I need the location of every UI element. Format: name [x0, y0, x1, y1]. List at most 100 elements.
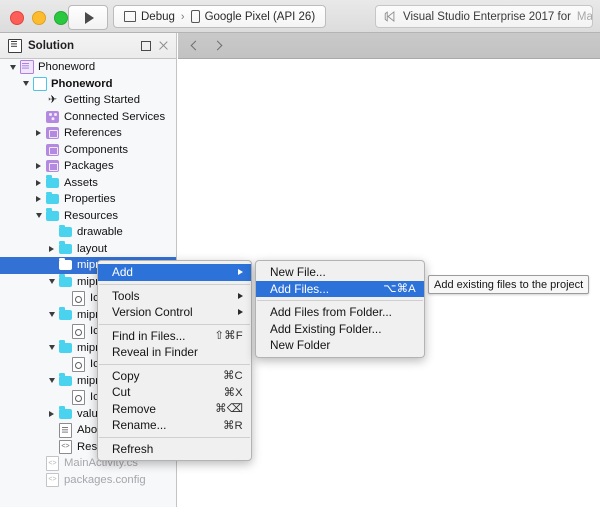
chevron-right-icon[interactable] [32, 179, 45, 186]
navigate-back-icon[interactable] [190, 41, 199, 50]
navigate-forward-icon[interactable] [213, 41, 222, 50]
play-icon [84, 11, 94, 24]
tree-item-label: Connected Services [64, 110, 166, 123]
context-menu[interactable]: Add Tools Version Control Find in Files... ⇧… [97, 260, 252, 461]
close-pad-icon[interactable] [158, 40, 169, 51]
chevron-down-icon[interactable] [32, 213, 45, 219]
text-file-icon [59, 423, 72, 438]
submenu-arrow-icon [238, 269, 243, 276]
code-file-icon: <> [59, 439, 72, 454]
run-configuration-selector[interactable]: Debug › Google Pixel (API 26) [113, 5, 327, 28]
tree-item-icon [45, 160, 60, 173]
maximize-window-button[interactable] [54, 11, 68, 25]
tree-item-icon: ✈ [45, 94, 60, 106]
visual-studio-icon [384, 11, 395, 22]
minimize-window-button[interactable] [32, 11, 46, 25]
close-window-button[interactable] [10, 11, 24, 25]
tree-item-label: Assets [64, 176, 98, 189]
menu-item[interactable]: Copy ⌘C [98, 368, 251, 385]
chevron-down-icon[interactable] [45, 312, 58, 318]
image-file-icon [72, 291, 85, 306]
tree-item-label: layout [77, 242, 108, 255]
package-icon [46, 143, 59, 156]
tree-row[interactable]: Connected Services [0, 109, 176, 126]
menu-item-label: Refresh [112, 441, 154, 456]
tree-row[interactable]: Assets [0, 175, 176, 192]
menu-separator [99, 363, 250, 365]
menu-item-shortcut: ⇧⌘F [214, 330, 243, 343]
window-controls [10, 11, 68, 25]
menu-item[interactable]: Find in Files... ⇧⌘F [98, 328, 251, 345]
chevron-down-icon[interactable] [19, 81, 32, 87]
tree-item-icon [45, 110, 60, 123]
chevron-right-icon[interactable] [45, 245, 58, 252]
menu-item[interactable]: Remove ⌘⌫ [98, 401, 251, 418]
menu-item-label: Add [112, 265, 133, 280]
menu-item-label: Find in Files... [112, 328, 186, 343]
menu-item[interactable]: Reveal in Finder [98, 344, 251, 361]
menu-item[interactable]: Cut ⌘X [98, 384, 251, 401]
tree-item-icon [71, 291, 86, 306]
tree-item-icon [45, 143, 60, 156]
chevron-right-icon[interactable] [32, 163, 45, 170]
solution-pad-header: Solution [0, 33, 177, 59]
tree-item-icon [45, 191, 60, 205]
folder-icon [46, 175, 59, 188]
menu-item[interactable]: Rename... ⌘R [98, 417, 251, 434]
menu-item[interactable]: Add [98, 264, 251, 281]
tree-item-icon [45, 208, 60, 221]
menu-item[interactable]: New Folder [256, 337, 424, 354]
add-submenu[interactable]: New File... Add Files... ⌥⌘A Add Files from… [255, 260, 425, 358]
solution-icon [19, 60, 34, 75]
device-label: Google Pixel (API 26) [204, 10, 316, 23]
tree-item-icon [45, 127, 60, 140]
code-file-icon: <> [46, 456, 59, 471]
tree-row[interactable]: Resources [0, 208, 176, 225]
menu-item[interactable]: Refresh [98, 441, 251, 458]
menu-item[interactable]: Tools [98, 288, 251, 305]
tree-row[interactable]: Components [0, 142, 176, 159]
chevron-right-icon[interactable] [32, 196, 45, 203]
tree-item-label: packages.config [64, 473, 146, 486]
menu-item[interactable]: New File... [256, 264, 424, 281]
menu-item[interactable]: Add Files... ⌥⌘A [256, 280, 424, 297]
tree-item-label: Properties [64, 193, 116, 206]
image-file-icon [72, 357, 85, 372]
tree-row[interactable]: Properties [0, 191, 176, 208]
vs-mac-window: Debug › Google Pixel (API 26) Visual Stu… [0, 0, 600, 507]
tree-item-icon [71, 324, 86, 339]
configuration-label: Debug [141, 10, 175, 23]
tree-row[interactable]: Packages [0, 158, 176, 175]
tree-row[interactable]: <> packages.config [0, 472, 176, 489]
tree-item-label: Getting Started [64, 94, 140, 107]
chevron-down-icon[interactable] [45, 378, 58, 384]
menu-item[interactable]: Add Files from Folder... [256, 304, 424, 321]
menu-separator [99, 283, 250, 285]
status-text: Visual Studio Enterprise 2017 for [403, 10, 571, 23]
pin-pad-icon[interactable] [141, 40, 151, 51]
tree-row[interactable]: ✈ Getting Started [0, 92, 176, 109]
chevron-down-icon[interactable] [45, 279, 58, 285]
chevron-down-icon[interactable] [45, 345, 58, 351]
tree-row[interactable]: Phoneword [0, 59, 176, 76]
image-file-icon [72, 390, 85, 405]
tree-item-icon [58, 257, 73, 271]
tree-item-icon [58, 406, 73, 419]
menu-item-shortcut: ⌘C [222, 370, 243, 383]
folder-icon [59, 274, 72, 287]
menu-item[interactable]: Add Existing Folder... [256, 321, 424, 338]
tree-item-label: References [64, 127, 122, 140]
menu-item[interactable]: Version Control [98, 304, 251, 321]
menu-item-label: Reveal in Finder [112, 345, 198, 360]
tree-row[interactable]: layout [0, 241, 176, 258]
tree-row[interactable]: References [0, 125, 176, 142]
tree-item-label: drawable [77, 226, 123, 239]
tree-row[interactable]: Phoneword [0, 76, 176, 93]
menu-separator [99, 323, 250, 325]
run-button[interactable] [68, 5, 108, 30]
chevron-right-icon[interactable] [45, 410, 58, 417]
chevron-right-icon[interactable] [32, 130, 45, 137]
tree-row[interactable]: drawable [0, 224, 176, 241]
chevron-down-icon[interactable] [6, 64, 19, 70]
menu-item-label: Rename... [112, 418, 167, 433]
